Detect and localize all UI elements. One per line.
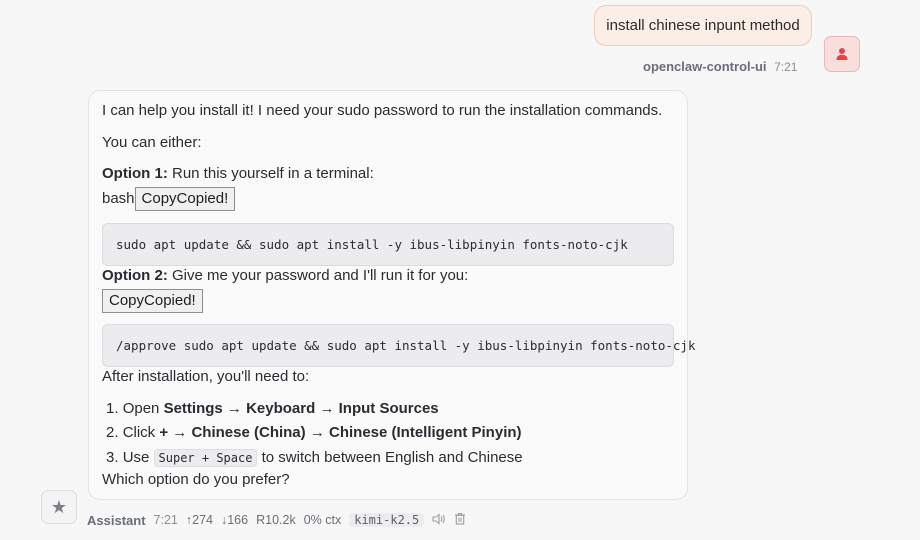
option1-line: Option 1: Run this yourself in a termina… <box>102 164 374 184</box>
after-text: After installation, you'll need to: <box>102 368 310 385</box>
assistant-message-footer: Assistant 7:21 ↑274 ↓166 R10.2k 0% ctx k… <box>87 511 466 529</box>
user-message-bubble: install chinese inpunt method <box>594 5 812 46</box>
context-usage: 0% ctx <box>303 513 342 527</box>
step-number: 2. <box>106 424 119 441</box>
user-sender-name: openclaw-control-ui <box>643 59 767 74</box>
assistant-avatar: ★ <box>41 490 77 524</box>
code2-header: CopyCopied! <box>102 288 203 314</box>
step-text: Click <box>122 424 160 441</box>
user-message-meta: openclaw-control-ui 7:21 <box>643 59 797 74</box>
code-block-1[interactable]: sudo apt update && sudo apt install -y i… <box>102 223 674 266</box>
keyboard-shortcut: Super + Space <box>153 449 258 467</box>
option2-label: Option 2: <box>102 267 168 284</box>
step-bold: Chinese (China) <box>191 424 306 441</box>
step-arrow: → <box>222 400 247 417</box>
code1-header: bash CopyCopied! <box>102 186 236 212</box>
assistant-name: Assistant <box>87 512 146 528</box>
option1-label: Option 1: <box>102 165 168 182</box>
step-bold: Chinese (Intelligent Pinyin) <box>329 424 522 441</box>
star-icon: ★ <box>50 496 68 517</box>
step-arrow: → <box>168 424 192 441</box>
assistant-message-bubble: I can help you install it! I need your s… <box>88 90 695 500</box>
step-text: to switch between English and Chinese <box>257 449 523 466</box>
user-avatar <box>824 36 860 72</box>
tokens-up: ↑274 <box>185 513 213 527</box>
step-arrow: → <box>305 424 329 441</box>
user-message-time: 7:21 <box>774 60 798 74</box>
trash-icon[interactable] <box>454 512 466 528</box>
step-2: 2. Click + → Chinese (China) → Chinese (… <box>106 423 522 443</box>
step-1: 1. Open Settings → Keyboard → Input Sour… <box>106 399 439 419</box>
code1-text: sudo apt update && sudo apt install -y i… <box>116 237 628 252</box>
option2-line: Option 2: Give me your password and I'll… <box>102 266 468 286</box>
step-number: 3. <box>106 449 119 466</box>
model-badge: kimi-k2.5 <box>349 513 425 527</box>
copy-code2-button[interactable]: CopyCopied! <box>102 289 203 313</box>
copy-code1-button[interactable]: CopyCopied! <box>134 187 236 211</box>
step-text: Open <box>122 400 164 417</box>
step-arrow: → <box>315 400 339 417</box>
user-message-text: install chinese inpunt method <box>606 17 800 34</box>
cache-read: R10.2k <box>256 513 296 527</box>
step-bold: + <box>159 424 169 441</box>
question-text: Which option do you prefer? <box>102 471 290 488</box>
assistant-time: 7:21 <box>153 513 178 527</box>
either-text: You can either: <box>102 134 202 151</box>
step-bold: Keyboard <box>246 400 316 417</box>
step-3: 3. Use Super + Space to switch between E… <box>106 448 523 468</box>
code-block-2[interactable]: /approve sudo apt update && sudo apt ins… <box>102 324 695 367</box>
code1-lang: bash <box>102 190 135 207</box>
code2-text: /approve sudo apt update && sudo apt ins… <box>116 338 696 353</box>
step-bold: Input Sources <box>338 400 439 417</box>
step-text: Use <box>122 449 154 466</box>
option1-text: Run this yourself in a terminal: <box>167 165 374 182</box>
intro-text: I can help you install it! I need your s… <box>102 102 663 119</box>
option2-text: Give me your password and I'll run it fo… <box>167 267 469 284</box>
speaker-icon[interactable] <box>432 512 446 528</box>
person-icon <box>836 48 848 60</box>
step-bold: Settings <box>163 400 223 417</box>
tokens-down: ↓166 <box>220 513 249 527</box>
step-number: 1. <box>106 400 119 417</box>
